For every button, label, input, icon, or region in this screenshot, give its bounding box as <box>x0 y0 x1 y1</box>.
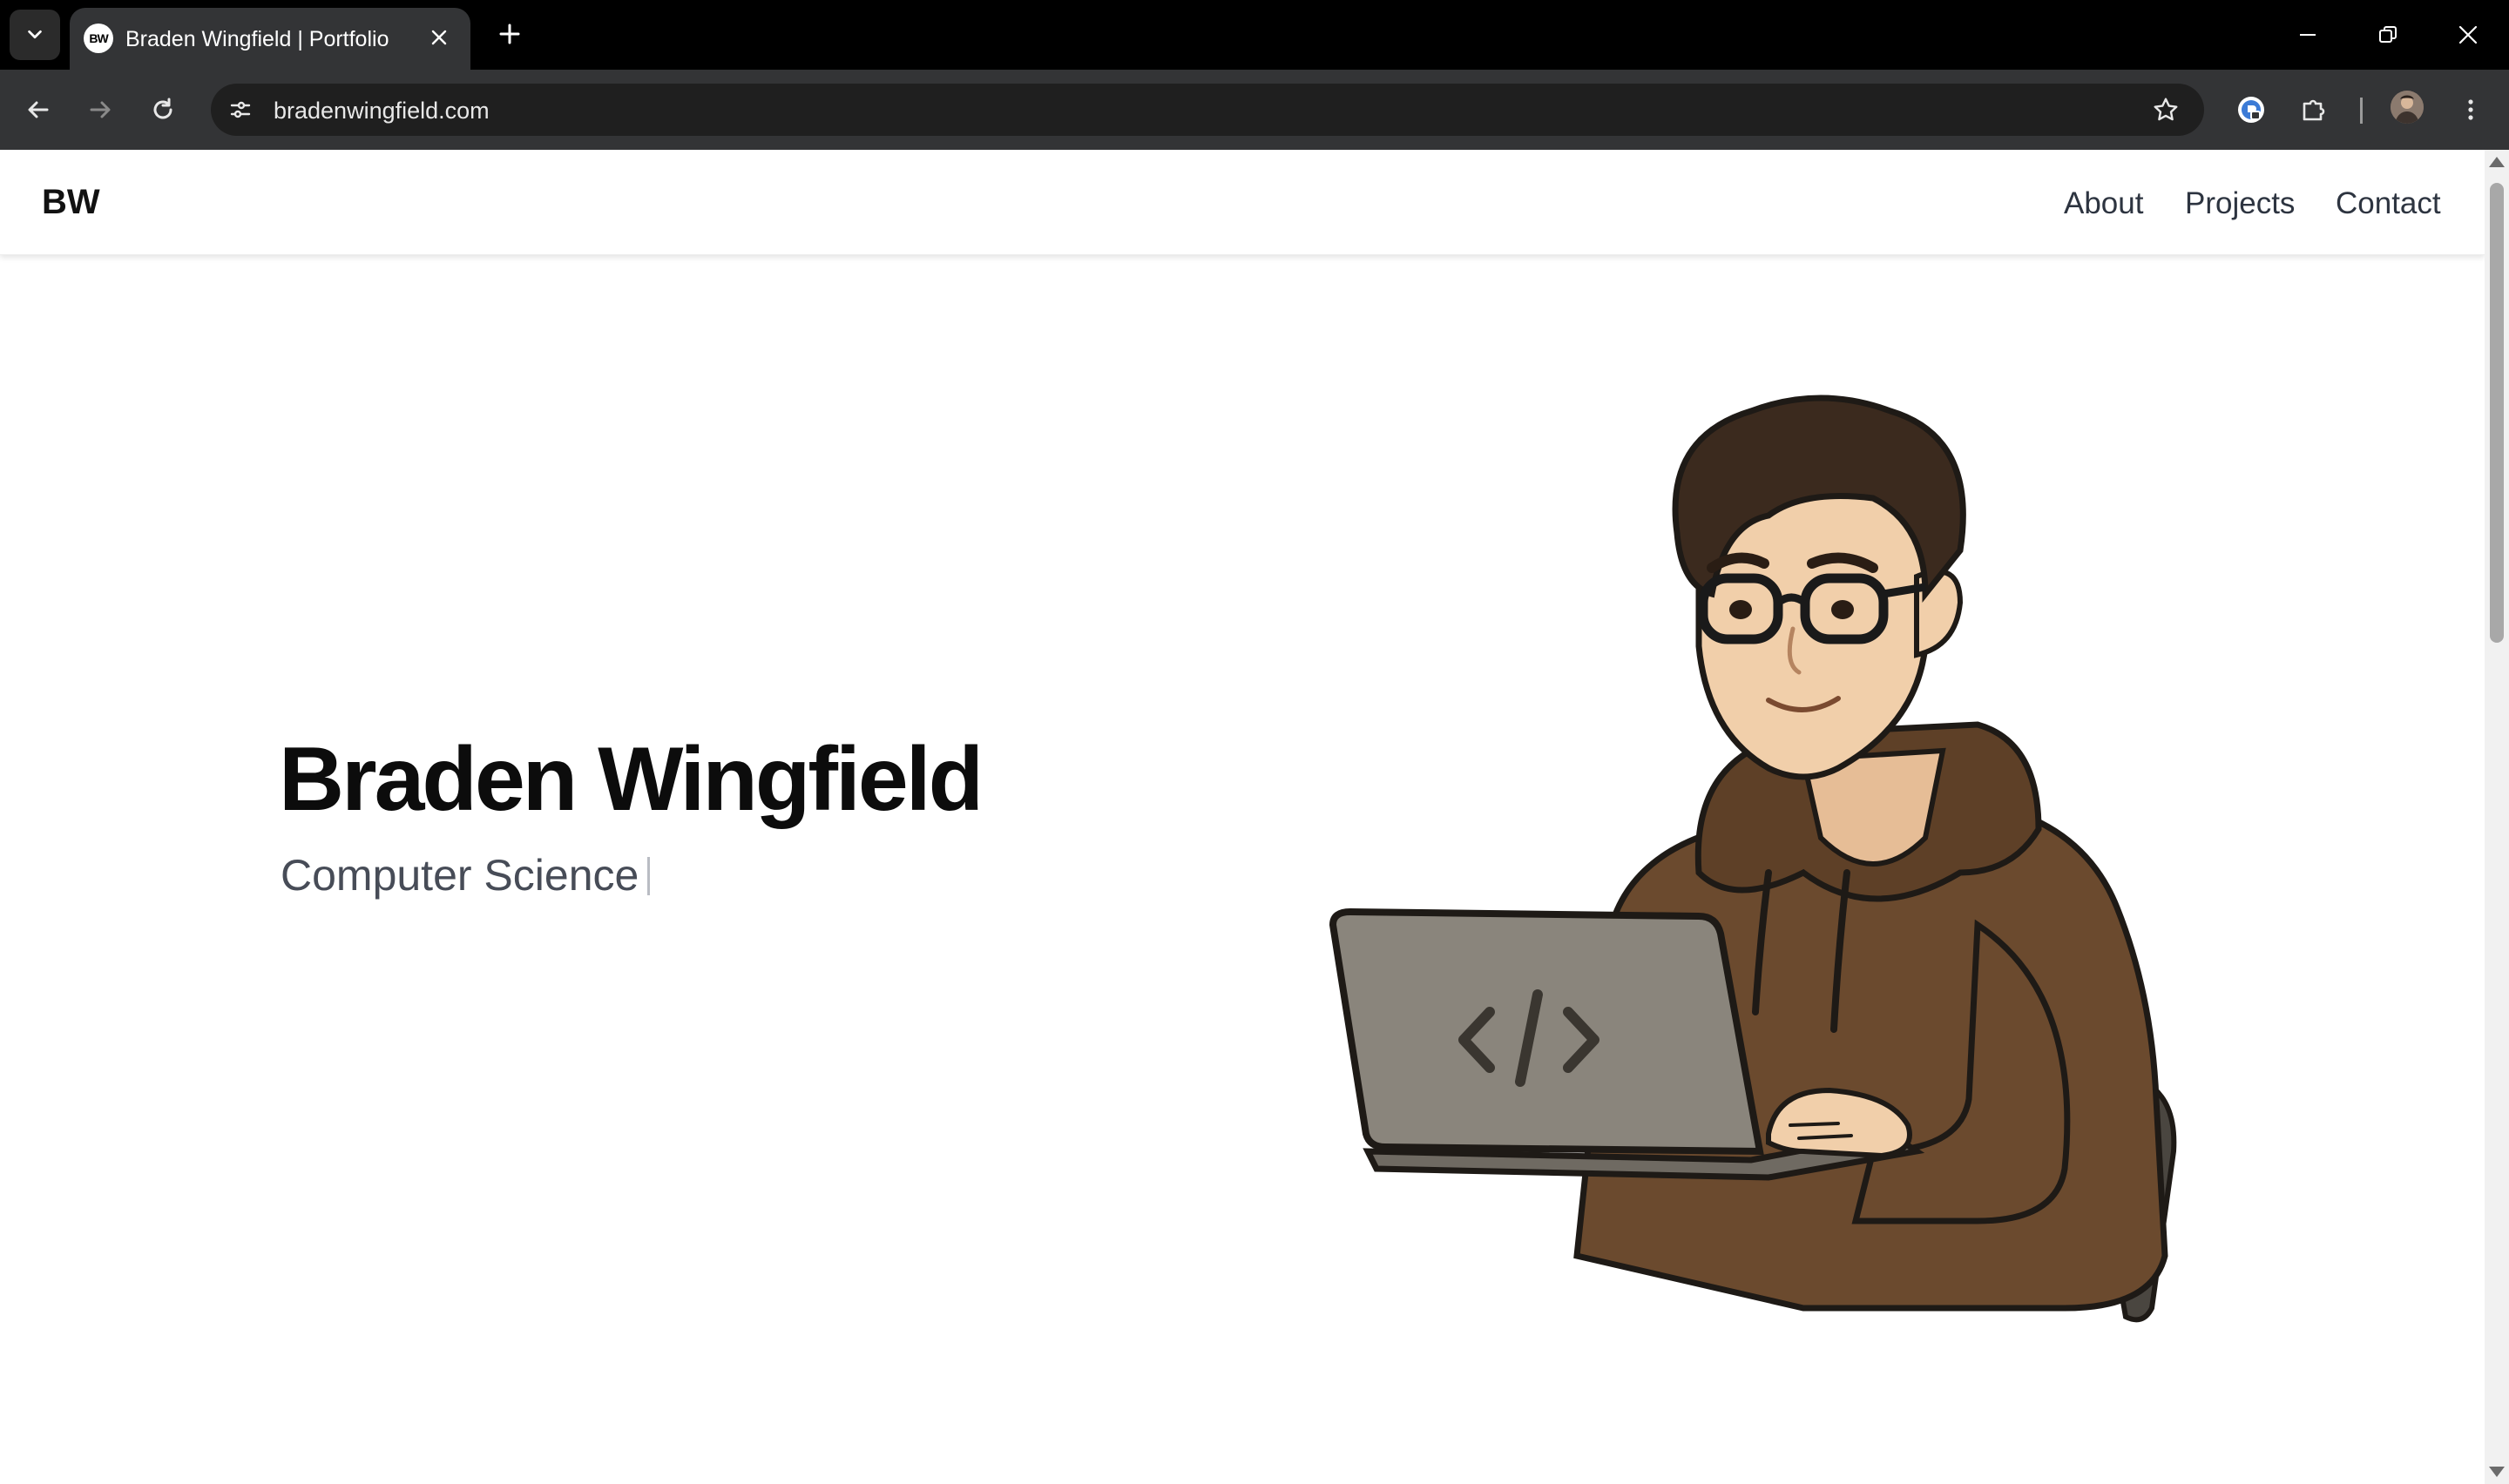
site-logo[interactable]: BW <box>42 183 100 222</box>
chevron-down-icon <box>28 30 42 39</box>
url-text[interactable]: bradenwingfield.com <box>274 98 490 125</box>
profile-avatar[interactable] <box>2391 91 2424 124</box>
reload-button[interactable] <box>142 89 184 131</box>
site-header: BW About Projects Contact <box>0 150 2485 255</box>
tab-search-button[interactable] <box>10 10 60 60</box>
close-window-button[interactable] <box>2438 9 2499 61</box>
password-manager-icon <box>2238 97 2264 123</box>
star-icon <box>2154 98 2178 121</box>
page-viewport: BW About Projects Contact Braden Wingfie… <box>0 150 2485 1484</box>
minimize-icon <box>2300 34 2316 36</box>
kebab-menu-icon <box>2468 99 2473 120</box>
tune-icon <box>230 101 251 118</box>
developer-illustration <box>1329 395 2177 1323</box>
reload-icon <box>153 98 172 119</box>
typing-cursor <box>647 857 651 895</box>
forward-button[interactable] <box>79 89 121 131</box>
toolbar-separator <box>2360 98 2363 124</box>
puzzle-icon <box>2303 99 2325 121</box>
close-tab-button[interactable] <box>423 22 455 53</box>
close-icon <box>431 30 447 45</box>
plus-icon <box>499 24 520 44</box>
scroll-down-arrow-icon[interactable] <box>2489 1467 2505 1477</box>
minimize-button[interactable] <box>2277 9 2338 61</box>
bookmark-button[interactable] <box>2150 94 2181 125</box>
browser-menu-button[interactable] <box>2450 89 2492 131</box>
browser-toolbar: bradenwingfield.com <box>0 70 2509 150</box>
nav-link-about[interactable]: About <box>2064 186 2143 221</box>
hero-subtitle: Computer Science <box>281 850 651 901</box>
page-scrollbar[interactable] <box>2485 150 2509 1484</box>
tab-title: Braden Wingfield | Portfolio <box>125 27 389 51</box>
password-manager-button[interactable] <box>2230 89 2272 131</box>
restore-button[interactable] <box>2357 9 2418 61</box>
scroll-up-arrow-icon[interactable] <box>2489 157 2505 167</box>
restore-icon <box>2379 26 2397 43</box>
tab-favicon: BW <box>84 24 113 53</box>
active-tab[interactable]: BW Braden Wingfield | Portfolio <box>70 8 470 70</box>
extensions-button[interactable] <box>2293 89 2335 131</box>
scrollbar-thumb[interactable] <box>2490 183 2504 643</box>
arrow-right-icon <box>90 101 111 118</box>
site-info-button[interactable] <box>223 92 258 127</box>
address-bar[interactable]: bradenwingfield.com <box>211 84 2204 136</box>
nav-link-projects[interactable]: Projects <box>2185 186 2295 221</box>
profile-photo-icon <box>2391 91 2424 124</box>
eye-right <box>1831 600 1854 619</box>
back-button[interactable] <box>17 89 59 131</box>
arrow-left-icon <box>28 101 49 118</box>
hero-subtitle-text: Computer Science <box>281 851 639 900</box>
hero-name: Braden Wingfield <box>279 729 984 830</box>
laptop-screen <box>1329 907 1764 1156</box>
close-icon <box>2458 25 2478 44</box>
tab-strip: BW Braden Wingfield | Portfolio <box>0 0 2509 70</box>
new-tab-button[interactable] <box>491 16 528 52</box>
eye-left <box>1729 600 1752 619</box>
nav-link-contact[interactable]: Contact <box>2336 186 2441 221</box>
